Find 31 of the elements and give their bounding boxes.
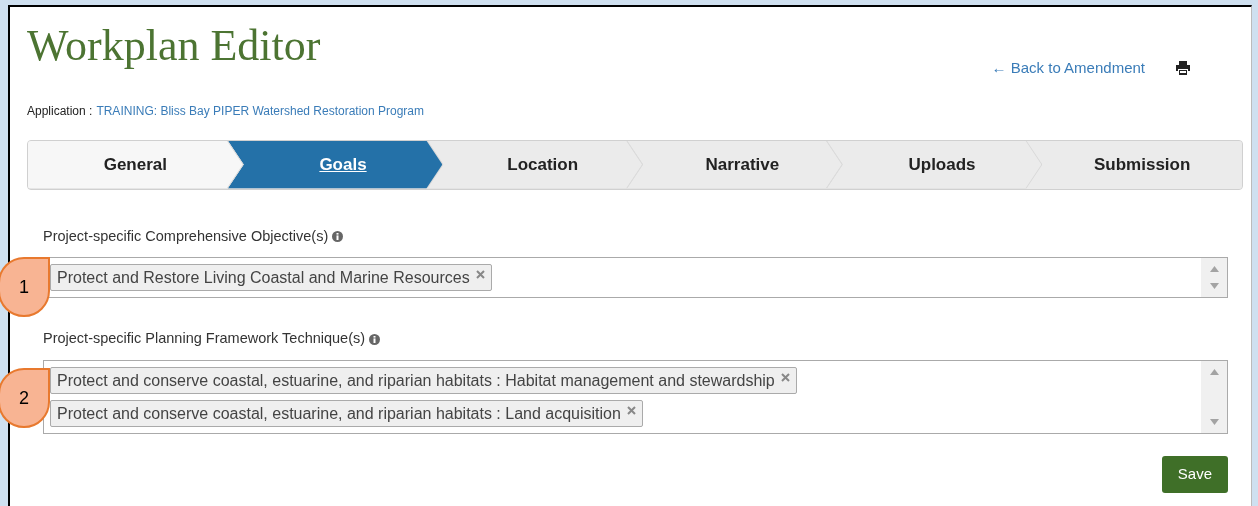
step-tab[interactable]: Location [427, 140, 642, 189]
page-title: Workplan Editor [27, 20, 321, 72]
remove-icon[interactable] [475, 270, 485, 280]
application-label: Application : [27, 102, 93, 120]
step-tab[interactable]: Uploads [826, 140, 1042, 189]
field-label: Project-specific Comprehensive Objective(s) [43, 226, 329, 246]
info-icon [369, 333, 381, 345]
multi-select-field[interactable]: Protect and conserve coastal, estuarine, and riparian habitats : Habitat management and stewardship Protect and conserve coastal, estuarine, and riparian habitats : Land acquisition [43, 360, 1228, 434]
save-button[interactable]: Save [1161, 456, 1228, 493]
callout-tooltip: 2 [0, 368, 50, 428]
scroll-up-icon[interactable] [1209, 369, 1219, 375]
selected-tag: Protect and conserve coastal, estuarine, and riparian habitats : Habitat management and stewardship [50, 367, 797, 394]
printer-icon[interactable] [1175, 61, 1191, 76]
scroll-down-icon[interactable] [1209, 419, 1219, 425]
step-tab[interactable]: Submission [1026, 140, 1242, 189]
info-icon [332, 230, 344, 242]
scroll-down-icon[interactable] [1209, 283, 1219, 290]
scroll-up-icon[interactable] [1209, 266, 1219, 273]
application-link[interactable]: TRAINING: Bliss Bay PIPER Watershed Restoration Program [96, 101, 425, 120]
step-tab[interactable]: Goals [227, 140, 443, 189]
step-tab[interactable]: General [28, 140, 243, 189]
scrollbar[interactable] [1201, 361, 1227, 433]
selected-tag: Protect and Restore Living Coastal and Marine Resources [50, 264, 492, 292]
selected-tag: Protect and conserve coastal, estuarine, and riparian habitats : Land acquisition [50, 400, 643, 427]
step-tab[interactable]: Narrative [627, 140, 842, 189]
callout-tooltip: 1 [0, 257, 50, 318]
field-label: Project-specific Planning Framework Technique(s) [43, 329, 366, 349]
scrollbar[interactable] [1201, 258, 1227, 298]
remove-icon[interactable] [626, 406, 636, 415]
back-link[interactable]: ← Back to Amendment [991, 57, 1145, 80]
remove-icon[interactable] [780, 373, 790, 382]
